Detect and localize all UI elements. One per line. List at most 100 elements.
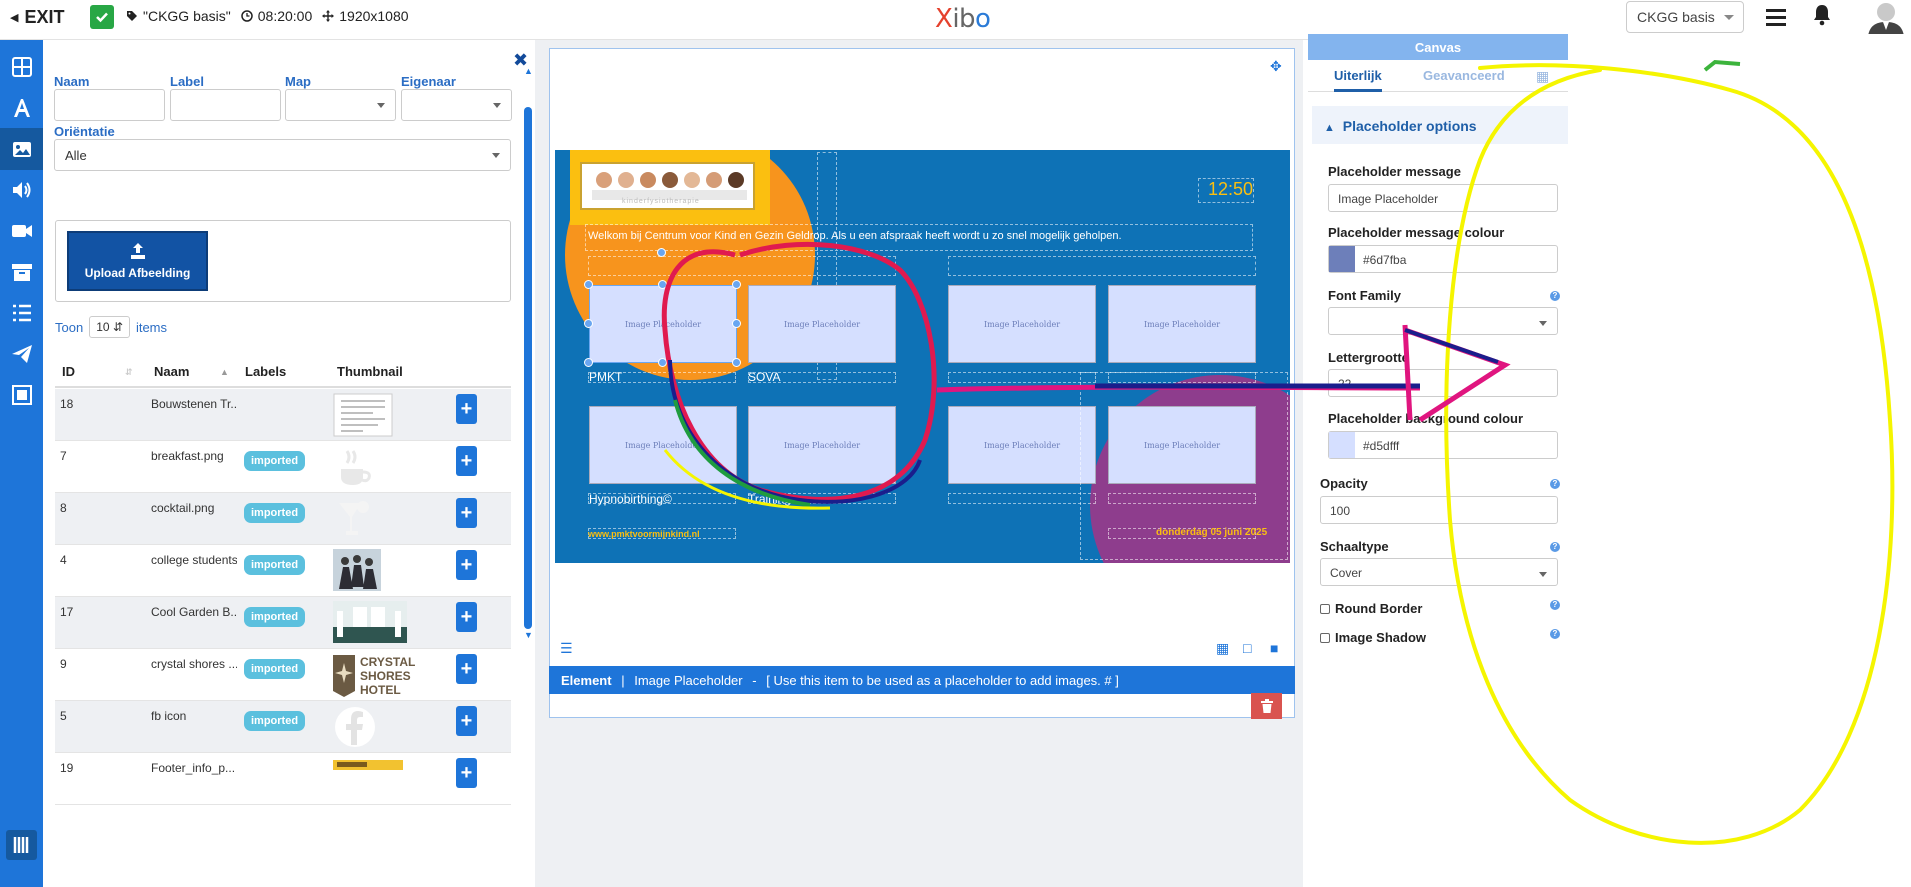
- help-icon[interactable]: ?: [1550, 479, 1560, 489]
- scroll-up-icon[interactable]: ▲: [524, 66, 533, 76]
- toolbar-settings-icon[interactable]: [6, 830, 37, 860]
- delete-element-button[interactable]: [1251, 693, 1282, 719]
- library-scrollbar[interactable]: [524, 107, 532, 629]
- upload-dropzone[interactable]: Upload Afbeelding: [55, 220, 511, 302]
- publish-status-icon[interactable]: [90, 5, 114, 29]
- grid-tab-icon[interactable]: ▦: [1536, 68, 1549, 85]
- thumbnail-college-students: [333, 549, 403, 593]
- add-to-layout-button[interactable]: +: [456, 446, 477, 476]
- font-size-input[interactable]: 22: [1328, 369, 1558, 397]
- section-placeholder-options[interactable]: ▲ Placeholder options: [1312, 106, 1568, 144]
- image-placeholder[interactable]: Image Placeholder: [748, 406, 896, 484]
- region-outline: [948, 256, 1256, 276]
- rotate-handle[interactable]: [657, 248, 666, 257]
- send-icon[interactable]: [0, 333, 43, 375]
- resize-handle[interactable]: [732, 319, 741, 328]
- video-icon[interactable]: [0, 210, 43, 252]
- placeholder-message-input[interactable]: Image Placeholder: [1328, 184, 1558, 212]
- list-icon[interactable]: [0, 292, 43, 334]
- col-id[interactable]: ID: [62, 364, 75, 379]
- placeholder-message-label: Placeholder message: [1328, 164, 1461, 179]
- checkbox-icon: [1320, 632, 1330, 643]
- table-row[interactable]: 17 Cool Garden B... imported +: [55, 597, 511, 649]
- page-size-select[interactable]: 10 ⇵: [89, 316, 130, 338]
- add-to-layout-button[interactable]: +: [456, 550, 477, 580]
- add-to-layout-button[interactable]: +: [456, 602, 477, 632]
- logo-image[interactable]: kinderfysiotherapie: [580, 162, 755, 210]
- bg-colour-input[interactable]: #d5dfff: [1328, 431, 1558, 459]
- text-icon[interactable]: [0, 87, 43, 129]
- scale-type-select[interactable]: Cover: [1320, 558, 1558, 586]
- layout-editor: { "topbar": { "exit_label": "EXIT", "lay…: [0, 0, 1911, 887]
- help-icon[interactable]: ?: [1550, 542, 1560, 552]
- image-placeholder[interactable]: Image Placeholder: [589, 406, 737, 484]
- resize-handle[interactable]: [658, 280, 667, 289]
- fullscreen-icon[interactable]: ■: [1270, 640, 1278, 656]
- table-row[interactable]: 5 fb icon imported +: [55, 701, 511, 753]
- layers-icon[interactable]: ☰: [560, 640, 573, 657]
- archive-icon[interactable]: [0, 251, 43, 293]
- caret-down-icon: [493, 103, 501, 108]
- font-family-select[interactable]: [1328, 307, 1558, 335]
- fit-view-icon[interactable]: □: [1243, 640, 1251, 656]
- image-placeholder-selected[interactable]: Image Placeholder: [589, 285, 737, 363]
- filter-label-input[interactable]: [170, 89, 281, 121]
- image-placeholder[interactable]: Image Placeholder: [948, 285, 1096, 363]
- tab-geavanceerd[interactable]: Geavanceerd: [1423, 68, 1505, 83]
- resize-handle[interactable]: [732, 280, 741, 289]
- widgets-icon[interactable]: [0, 46, 43, 88]
- grid-view-icon[interactable]: ▦: [1216, 640, 1229, 657]
- filter-orientatie-label: Oriëntatie: [54, 124, 115, 139]
- add-to-layout-button[interactable]: +: [456, 394, 477, 424]
- help-icon[interactable]: ?: [1550, 291, 1560, 301]
- filter-eigenaar-select[interactable]: [401, 89, 512, 121]
- filter-map-select[interactable]: [285, 89, 396, 121]
- col-naam[interactable]: Naam: [154, 364, 189, 379]
- table-row[interactable]: 8 cocktail.png imported +: [55, 493, 511, 545]
- colour-swatch[interactable]: [1329, 432, 1355, 458]
- table-row[interactable]: 19 Footer_info_p... +: [55, 753, 511, 805]
- help-icon[interactable]: ?: [1550, 600, 1560, 610]
- upload-icon: [130, 243, 145, 259]
- layout-select[interactable]: CKGG basis: [1626, 1, 1744, 33]
- resize-handle[interactable]: [658, 358, 667, 367]
- image-placeholder[interactable]: Image Placeholder: [948, 406, 1096, 484]
- audio-icon[interactable]: [0, 169, 43, 211]
- filter-orientatie-select[interactable]: Alle: [54, 139, 511, 171]
- region-icon[interactable]: [0, 374, 43, 416]
- opacity-input[interactable]: 100: [1320, 496, 1558, 524]
- image-shadow-checkbox[interactable]: Image Shadow: [1320, 630, 1426, 645]
- round-border-checkbox[interactable]: Round Border: [1320, 601, 1422, 616]
- move-stage-icon[interactable]: ✥: [1270, 58, 1282, 75]
- image-placeholder[interactable]: Image Placeholder: [748, 285, 896, 363]
- resize-handle[interactable]: [584, 280, 593, 289]
- table-row[interactable]: 7 breakfast.png imported +: [55, 441, 511, 493]
- help-icon[interactable]: ?: [1550, 629, 1560, 639]
- table-row[interactable]: 18 Bouwstenen Tr... +: [55, 389, 511, 441]
- message-colour-input[interactable]: #6d7fba: [1328, 245, 1558, 273]
- bell-icon[interactable]: [1812, 4, 1832, 29]
- colour-swatch[interactable]: [1329, 246, 1355, 272]
- resize-handle[interactable]: [584, 319, 593, 328]
- element-info-bar: Element | Image Placeholder - [ Use this…: [549, 666, 1295, 694]
- resize-handle[interactable]: [584, 358, 593, 367]
- add-to-layout-button[interactable]: +: [456, 498, 477, 528]
- table-row[interactable]: 9 crystal shores ... imported CRYSTAL SHO…: [55, 649, 511, 701]
- thumbnail-footer-info: [333, 757, 403, 801]
- add-to-layout-button[interactable]: +: [456, 758, 477, 788]
- scroll-down-icon[interactable]: ▼: [524, 630, 533, 640]
- table-row[interactable]: 4 college students imported +: [55, 545, 511, 597]
- menu-icon[interactable]: [1766, 9, 1786, 30]
- layout-preview[interactable]: kinderfysiotherapie 12:50 Welkom bij Cen…: [555, 150, 1290, 563]
- upload-button[interactable]: Upload Afbeelding: [67, 231, 208, 291]
- resize-handle[interactable]: [732, 358, 741, 367]
- image-library-icon[interactable]: [0, 128, 43, 170]
- tab-uiterlijk[interactable]: Uiterlijk: [1334, 68, 1382, 92]
- add-to-layout-button[interactable]: +: [456, 654, 477, 684]
- image-placeholder[interactable]: Image Placeholder: [1108, 285, 1256, 363]
- avatar[interactable]: [1866, 0, 1906, 36]
- exit-button[interactable]: ◀ EXIT: [10, 7, 64, 28]
- layout-name[interactable]: "CKGG basis": [126, 8, 231, 24]
- filter-naam-input[interactable]: [54, 89, 165, 121]
- add-to-layout-button[interactable]: +: [456, 706, 477, 736]
